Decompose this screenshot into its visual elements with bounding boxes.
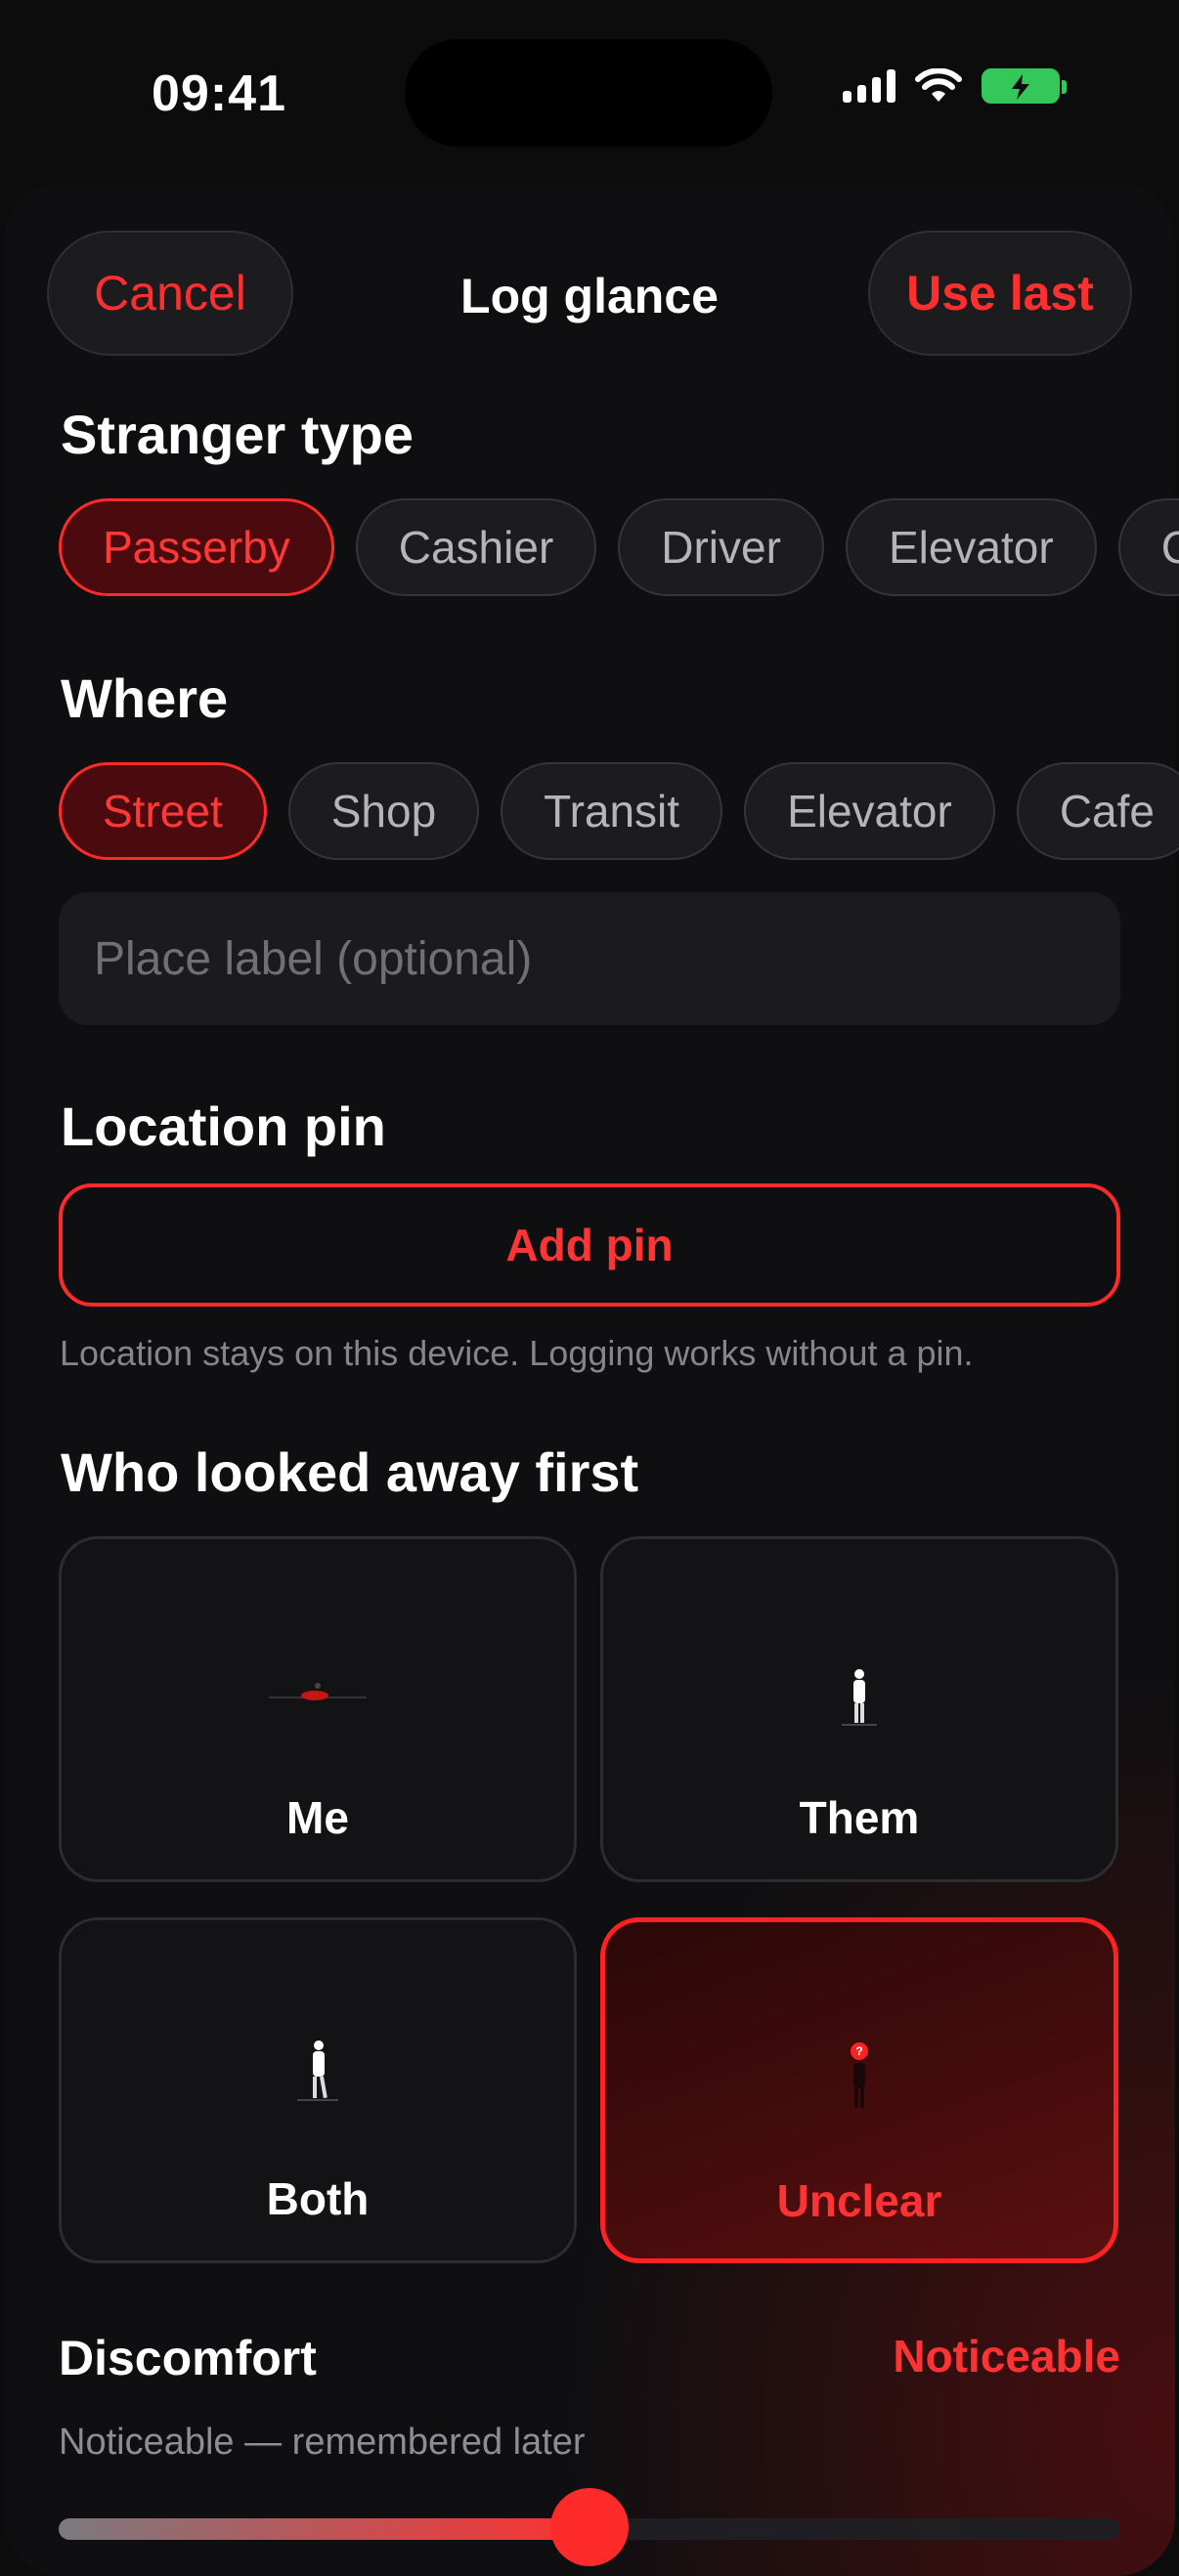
figure-question-icon: ?: [851, 2042, 868, 2108]
status-time: 09:41: [152, 65, 286, 122]
option-both[interactable]: Both: [59, 1917, 577, 2263]
battery-charging-icon: [982, 68, 1067, 104]
location-pin-title: Location pin: [61, 1095, 386, 1157]
chip-cashier[interactable]: Cashier: [355, 498, 597, 596]
figure-walking-icon: [297, 2040, 338, 2101]
where-title: Where: [61, 667, 229, 729]
status-icons: [843, 68, 1067, 104]
discomfort-value: Noticeable: [893, 2331, 1120, 2382]
location-pin-note: Location stays on this device. Logging w…: [60, 1333, 974, 1373]
chip-driver[interactable]: Driver: [618, 498, 824, 596]
option-unclear-label: Unclear: [776, 2175, 942, 2226]
option-me-label: Me: [286, 1792, 349, 1843]
option-me[interactable]: Me: [59, 1536, 577, 1882]
option-both-label: Both: [266, 2173, 370, 2224]
place-label-input[interactable]: [59, 892, 1120, 1025]
where-chips: Street Shop Transit Elevator Cafe: [59, 762, 1179, 860]
figure-standing-icon: [842, 1669, 877, 1726]
option-them-label: Them: [799, 1792, 920, 1843]
add-pin-button[interactable]: Add pin: [59, 1183, 1120, 1307]
looked-away-title: Who looked away first: [61, 1441, 639, 1503]
chip-elevator[interactable]: Elevator: [845, 498, 1097, 596]
chip-more[interactable]: C: [1117, 498, 1179, 596]
discomfort-slider-thumb[interactable]: [550, 2488, 629, 2566]
stranger-type-chips: Passerby Cashier Driver Elevator C: [59, 498, 1179, 596]
option-unclear[interactable]: ? Unclear: [600, 1917, 1118, 2263]
stranger-type-title: Stranger type: [61, 404, 414, 465]
chip-shop[interactable]: Shop: [287, 762, 480, 860]
option-them[interactable]: Them: [600, 1536, 1118, 1882]
discomfort-slider-fill: [59, 2518, 590, 2540]
svg-text:?: ?: [855, 2044, 862, 2058]
wifi-icon: [915, 68, 962, 102]
discomfort-note: Noticeable — remembered later: [59, 2422, 586, 2463]
chip-cafe[interactable]: Cafe: [1016, 762, 1179, 860]
discomfort-title: Discomfort: [59, 2331, 317, 2385]
use-last-button[interactable]: Use last: [868, 231, 1132, 356]
chip-street[interactable]: Street: [59, 762, 267, 860]
dynamic-island: [405, 39, 772, 147]
chip-transit[interactable]: Transit: [501, 762, 723, 860]
discomfort-slider[interactable]: [59, 2488, 1120, 2566]
chip-elevator-place[interactable]: Elevator: [744, 762, 995, 860]
figure-down-icon: [269, 1683, 367, 1700]
signal-icon: [843, 69, 895, 103]
chip-passerby[interactable]: Passerby: [59, 498, 334, 596]
